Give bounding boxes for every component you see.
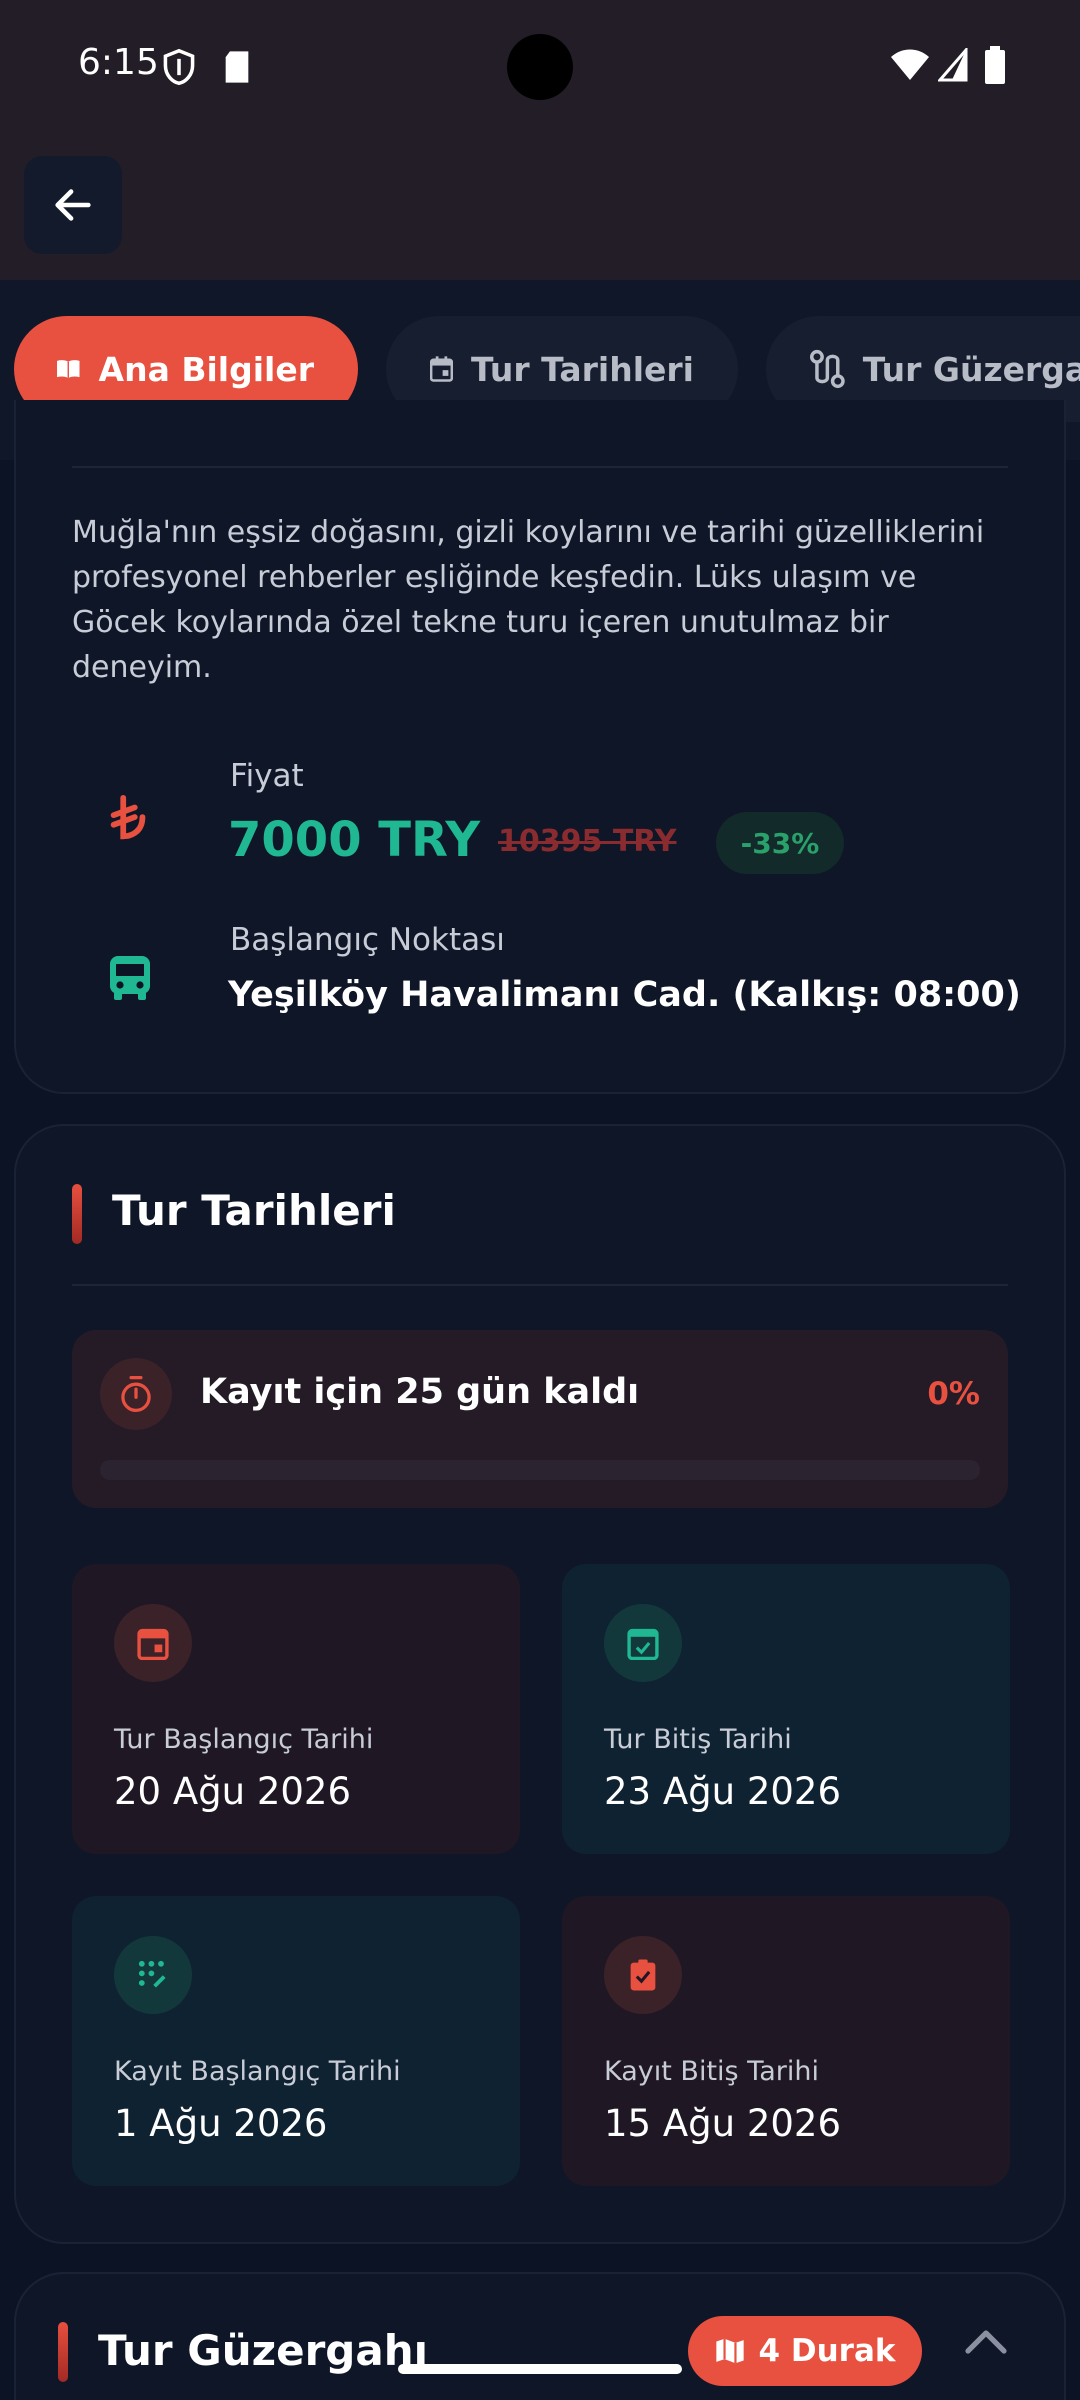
signal-icon [938,48,968,82]
date-card-value: 23 Ağu 2026 [604,1770,842,1813]
price-value: 7000 TRY [228,812,481,868]
calendar-check-icon-circle [604,1604,682,1682]
stops-button-label: 4 Durak [758,2333,896,2369]
map-icon [715,2338,744,2364]
countdown-percent: 0% [927,1376,980,1412]
status-time: 6:15 [78,42,159,83]
dialpad-icon [138,1960,166,1988]
tour-end-date-card: Tur Bitiş Tarihi 23 Ağu 2026 [562,1564,1010,1854]
date-card-value: 15 Ağu 2026 [604,2102,842,2145]
start-point-value: Yeşilköy Havalimanı Cad. (Kalkış: 08:00) [228,975,1021,1015]
tab-label: Ana Bilgiler [98,349,314,389]
timer-icon-circle [100,1358,172,1430]
price-label: Fiyat [230,758,304,794]
date-card-label: Tur Bitiş Tarihi [604,1724,792,1755]
tour-description: Muğla'nın eşsiz doğasını, gizli koyların… [72,515,985,685]
section-accent [72,1184,82,1244]
countdown-progress-bar [100,1460,980,1480]
calendar-icon [430,356,453,382]
route-icon [810,349,845,389]
arrow-left-icon [55,189,91,221]
registration-countdown: Kayıt için 25 gün kaldı 0% [72,1330,1008,1508]
discount-badge: -33% [716,812,844,874]
back-button[interactable] [24,156,122,254]
wifi-icon [891,49,929,80]
app-bar [0,136,1080,280]
chevron-up-icon[interactable] [962,2326,1010,2356]
date-card-label: Tur Başlangıç Tarihi [114,1724,374,1755]
date-card-label: Kayıt Başlangıç Tarihi [114,2056,401,2087]
calendar-icon [137,1628,169,1660]
shield-icon [163,48,195,86]
book-open-icon [57,360,80,379]
clipboard-check-icon [630,1959,656,1991]
calendar-icon-circle [114,1604,192,1682]
divider [72,1284,1008,1286]
bus-icon [110,956,150,1000]
dates-section-title: Tur Tarihleri [112,1186,396,1235]
tab-label: Tur Tarihleri [470,349,694,389]
calendar-check-icon [627,1628,659,1660]
start-point-label: Başlangıç Noktası [230,922,505,958]
home-indicator[interactable] [398,2364,682,2374]
sd-card-icon [225,51,249,83]
lira-icon [110,794,146,840]
date-card-value: 20 Ağu 2026 [114,1770,352,1813]
clipboard-check-icon-circle [604,1936,682,2014]
countdown-text: Kayıt için 25 gün kaldı [200,1372,640,1412]
status-bar: 6:15 [0,0,1080,136]
dialpad-icon-circle [114,1936,192,2014]
registration-end-date-card: Kayıt Bitiş Tarihi 15 Ağu 2026 [562,1896,1010,2186]
registration-start-date-card: Kayıt Başlangıç Tarihi 1 Ağu 2026 [72,1896,520,2186]
timer-icon [121,1376,151,1412]
old-price: 10395 TRY [498,824,677,859]
battery-icon [985,46,1005,84]
date-card-label: Kayıt Bitiş Tarihi [604,2056,819,2087]
stops-button[interactable]: 4 Durak [688,2316,922,2386]
date-card-value: 1 Ağu 2026 [114,2102,328,2145]
divider [72,466,1008,468]
tab-label: Tur Güzergahı [862,349,1080,389]
section-accent [58,2322,68,2382]
camera-cutout [507,34,573,100]
route-section-title: Tur Güzergahı [98,2326,428,2375]
tour-start-date-card: Tur Başlangıç Tarihi 20 Ağu 2026 [72,1564,520,1854]
